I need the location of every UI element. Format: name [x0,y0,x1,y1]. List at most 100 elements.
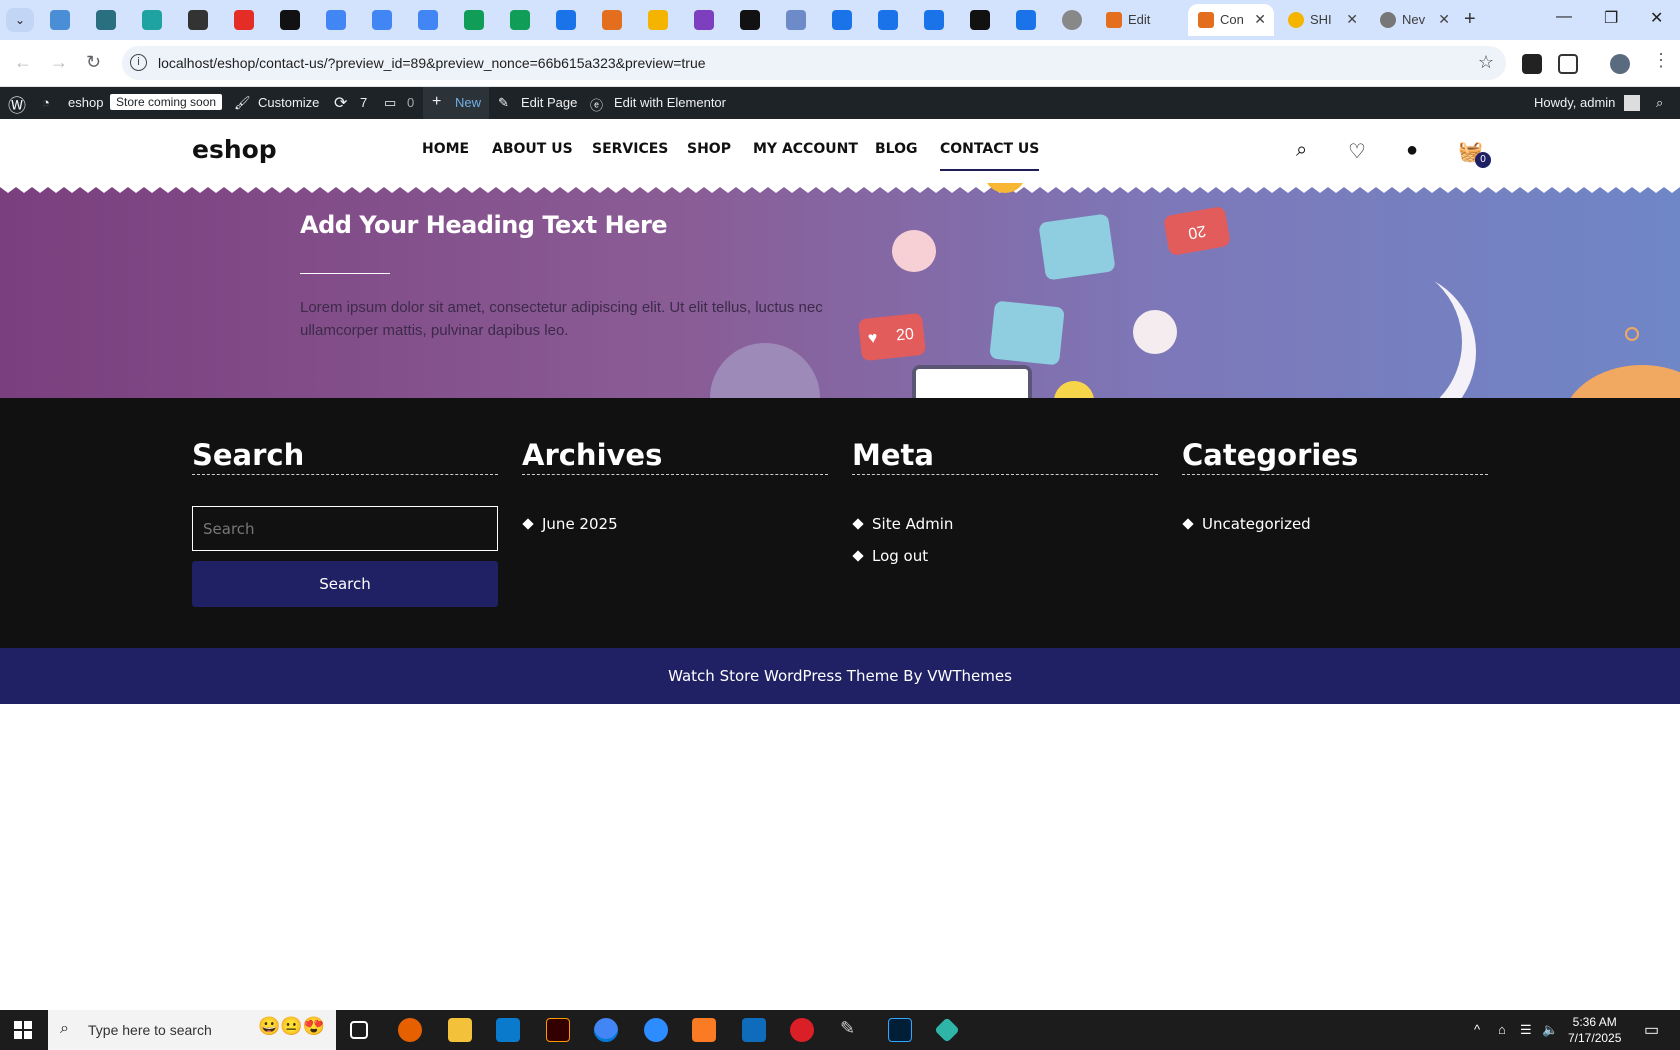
edit-with-elementor-link[interactable]: Edit with Elementor [614,95,726,110]
comments-count[interactable]: 0 [407,95,414,110]
app-icon[interactable] [934,1017,960,1043]
admin-avatar[interactable] [1624,95,1640,111]
footer-search-field[interactable] [192,506,498,551]
bookmark-star-icon[interactable]: ☆ [1478,52,1494,73]
pinned-tab-icon[interactable] [740,10,760,30]
file-explorer-icon[interactable] [448,1018,472,1042]
dashboard-icon[interactable]: ◔ [42,95,50,110]
customize-link[interactable]: Customize [258,95,319,110]
pinned-tab-icon[interactable] [234,10,254,30]
browser-tab[interactable]: SHI ✕ [1278,4,1366,36]
task-view-icon[interactable] [350,1021,368,1039]
network-icon[interactable]: ⌂ [1498,1022,1506,1037]
menu-item-my-account[interactable]: MY ACCOUNT [753,141,858,157]
restore-icon[interactable]: ❐ [1604,8,1618,28]
pinned-tab-icon[interactable] [50,10,70,30]
howdy-admin-link[interactable]: Howdy, admin [1534,95,1615,110]
minimize-icon[interactable]: — [1556,8,1572,26]
header-search-icon[interactable]: ⌕ [1296,139,1307,162]
search-input[interactable] [193,507,497,550]
menu-item-blog[interactable]: BLOG [875,141,918,157]
new-tab-button[interactable]: + [1464,8,1476,31]
menu-item-contact-us[interactable]: CONTACT US [940,141,1040,171]
browser-tab[interactable]: Nev ✕ [1370,4,1458,36]
zoom-icon[interactable] [644,1018,668,1042]
creative-cloud-icon[interactable] [790,1018,814,1042]
search-icon[interactable]: ⌕ [1656,95,1663,111]
pinned-tab-icon[interactable] [326,10,346,30]
pinned-tab-icon[interactable] [1062,10,1082,30]
omnibox[interactable]: i localhost/eshop/contact-us/?preview_id… [122,46,1506,80]
search-button[interactable]: Search [192,561,498,607]
edit-page-link[interactable]: Edit Page [521,95,577,110]
site-logo[interactable]: eshop [192,135,277,164]
close-window-icon[interactable]: ✕ [1650,8,1663,28]
firefox-icon[interactable] [398,1018,422,1042]
wishlist-heart-icon[interactable]: ♡ [1348,139,1366,164]
pinned-tab-icon[interactable] [188,10,208,30]
browser-menu-icon[interactable]: ⋮ [1652,50,1670,71]
pinned-tab-icon[interactable] [464,10,484,30]
pinned-tab-icon[interactable] [786,10,806,30]
wifi-icon[interactable]: ☰ [1520,1022,1532,1038]
pinned-tab-icon[interactable] [648,10,668,30]
browser-tab[interactable]: Edit [1096,4,1188,36]
new-content-link[interactable]: New [455,95,481,110]
site-info-icon[interactable]: i [130,54,147,71]
menu-item-shop[interactable]: SHOP [687,141,731,157]
xampp-icon[interactable] [692,1018,716,1042]
close-tab-icon[interactable]: ✕ [1346,11,1358,28]
site-admin-link[interactable]: Site Admin [852,515,1158,533]
pinned-tab-icon[interactable] [924,10,944,30]
forward-icon[interactable]: → [50,52,68,73]
pen-tool-icon[interactable]: ✎ [840,1018,864,1042]
tray-chevron-icon[interactable]: ^ [1474,1022,1480,1037]
taskbar-search-placeholder[interactable]: Type here to search [88,1022,212,1038]
pinned-tab-icon[interactable] [694,10,714,30]
illustrator-icon[interactable] [546,1018,570,1042]
tab-search-chevron-icon[interactable]: ⌄ [6,8,34,32]
extension-icon[interactable] [1522,54,1542,74]
menu-item-about-us[interactable]: ABOUT US [492,141,573,157]
account-user-icon[interactable]: ● [1406,139,1418,162]
pinned-tab-icon[interactable] [96,10,116,30]
chrome-icon[interactable] [594,1018,618,1042]
back-icon[interactable]: ← [14,52,32,73]
category-link[interactable]: Uncategorized [1182,515,1488,533]
pinned-tab-icon[interactable] [878,10,898,30]
wordpress-logo-icon[interactable]: Ⓦ [8,92,26,118]
log-out-link[interactable]: Log out [852,547,1158,565]
taskbar-search-box[interactable]: ⌕ Type here to search 😀😐😍 [48,1010,336,1050]
pinned-tab-icon[interactable] [418,10,438,30]
photoshop-icon[interactable] [888,1018,912,1042]
windows-start-icon[interactable] [14,1021,32,1039]
pinned-tab-icon[interactable] [1016,10,1036,30]
pinned-tab-icon[interactable] [970,10,990,30]
updates-count[interactable]: 7 [360,95,367,110]
system-clock[interactable]: 5:36 AM 7/17/2025 [1568,1014,1621,1046]
pinned-tab-icon[interactable] [280,10,300,30]
reload-icon[interactable]: ↻ [86,52,101,73]
browser-tab-active[interactable]: Con ✕ [1188,4,1274,36]
menu-item-services[interactable]: SERVICES [592,141,668,157]
pinned-tab-icon[interactable] [602,10,622,30]
notification-icon[interactable]: ▭ [1644,1020,1659,1040]
pinned-tab-icon[interactable] [142,10,162,30]
close-tab-icon[interactable]: ✕ [1438,11,1450,28]
pinned-tab-icon[interactable] [556,10,576,30]
close-tab-icon[interactable]: ✕ [1254,11,1266,28]
updates-icon[interactable]: ⟳ [334,93,347,113]
archive-link[interactable]: June 2025 [522,515,828,533]
theme-credit-link[interactable]: Watch Store WordPress Theme By VWThemes [0,667,1680,685]
volume-icon[interactable]: 🔈 [1542,1022,1558,1038]
pinned-tab-icon[interactable] [372,10,392,30]
site-name-link[interactable]: eshop [68,95,103,110]
outlook-icon[interactable] [742,1018,766,1042]
url-text[interactable]: localhost/eshop/contact-us/?preview_id=8… [158,55,706,71]
profile-avatar[interactable] [1610,54,1630,74]
plus-icon[interactable]: + [432,93,441,111]
comments-icon[interactable]: ▭ [384,95,396,111]
menu-item-home[interactable]: HOME [422,141,469,157]
pinned-tab-icon[interactable] [832,10,852,30]
vscode-icon[interactable] [496,1018,520,1042]
